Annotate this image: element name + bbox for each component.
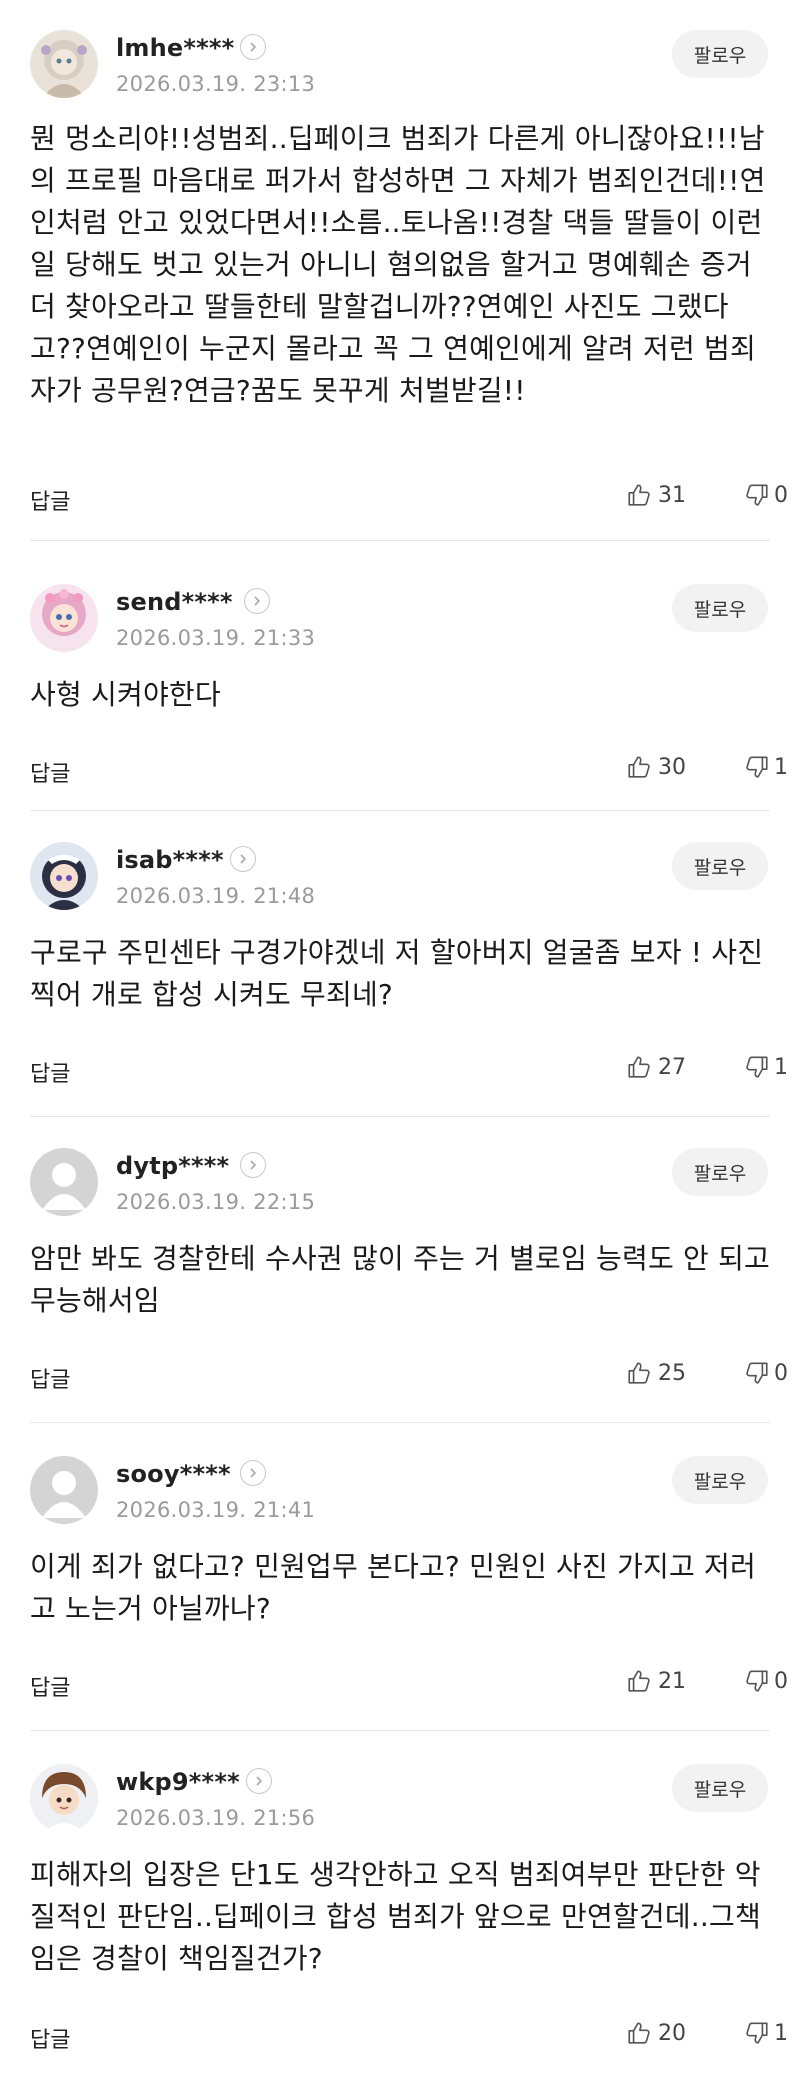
dislike-count: 0 bbox=[774, 1668, 788, 1694]
thumbs-up-icon bbox=[626, 1054, 652, 1080]
reply-button[interactable]: 답글 bbox=[30, 1670, 70, 1702]
default-user-avatar-icon[interactable] bbox=[30, 1148, 98, 1216]
comment-date: 2026.03.19. 23:13 bbox=[116, 72, 316, 96]
thumbs-up-icon bbox=[626, 2020, 652, 2046]
divider bbox=[30, 1422, 770, 1423]
like-button[interactable]: 30 bbox=[626, 754, 686, 780]
comment-text: 피해자의 입장은 단1도 생각안하고 오직 범죄여부만 판단한 악질적인 판단임… bbox=[30, 1858, 761, 1975]
comment-date: 2026.03.19. 22:15 bbox=[116, 1190, 316, 1214]
comment-date: 2026.03.19. 21:48 bbox=[116, 884, 316, 908]
chevron-right-icon[interactable] bbox=[246, 1768, 272, 1794]
follow-button[interactable]: 팔로우 bbox=[672, 1764, 768, 1812]
comment-date: 2026.03.19. 21:41 bbox=[116, 1498, 316, 1522]
comment-item: dytp**** 2026.03.19. 22:15 팔로우 암만 봐도 경찰한… bbox=[0, 1118, 800, 1423]
thumbs-down-icon bbox=[744, 1668, 770, 1694]
username[interactable]: wkp9**** bbox=[116, 1768, 240, 1796]
like-button[interactable]: 25 bbox=[626, 1360, 686, 1386]
thumbs-up-icon bbox=[626, 1668, 652, 1694]
like-button[interactable]: 31 bbox=[626, 482, 686, 508]
thumbs-up-icon bbox=[626, 482, 652, 508]
like-count: 25 bbox=[658, 1360, 686, 1386]
dislike-button[interactable]: 0 bbox=[744, 1668, 788, 1694]
like-count: 27 bbox=[658, 1054, 686, 1080]
divider bbox=[30, 1730, 770, 1731]
dislike-button[interactable]: 0 bbox=[744, 1360, 788, 1386]
follow-button[interactable]: 팔로우 bbox=[672, 1148, 768, 1196]
username[interactable]: send**** bbox=[116, 588, 233, 616]
dislike-count: 1 bbox=[774, 1054, 788, 1080]
dislike-count: 0 bbox=[774, 1360, 788, 1386]
comment-item: wkp9**** 2026.03.19. 21:56 팔로우 피해자의 입장은 … bbox=[0, 1734, 800, 2080]
chevron-right-icon[interactable] bbox=[230, 846, 256, 872]
pink-girl-avatar-icon[interactable] bbox=[30, 584, 98, 652]
dislike-button[interactable]: 1 bbox=[744, 2020, 788, 2046]
chevron-right-icon[interactable] bbox=[240, 1152, 266, 1178]
comment-text: 사형 시켜야한다 bbox=[30, 678, 221, 711]
dislike-button[interactable]: 0 bbox=[744, 482, 788, 508]
reply-button[interactable]: 답글 bbox=[30, 2022, 70, 2054]
doll-avatar-icon[interactable] bbox=[30, 30, 98, 98]
dislike-count: 0 bbox=[774, 482, 788, 508]
follow-button[interactable]: 팔로우 bbox=[672, 1456, 768, 1504]
comment-item: isab**** 2026.03.19. 21:48 팔로우 구로구 주민센타 … bbox=[0, 810, 800, 1117]
like-button[interactable]: 21 bbox=[626, 1668, 686, 1694]
reply-button[interactable]: 답글 bbox=[30, 1362, 70, 1394]
thumbs-down-icon bbox=[744, 754, 770, 780]
dislike-button[interactable]: 1 bbox=[744, 754, 788, 780]
comment-date: 2026.03.19. 21:33 bbox=[116, 626, 316, 650]
boy-avatar-icon[interactable] bbox=[30, 1764, 98, 1832]
like-count: 30 bbox=[658, 754, 686, 780]
comment-text: 암만 봐도 경찰한테 수사권 많이 주는 거 별로임 능력도 안 되고 무능해서… bbox=[30, 1242, 771, 1317]
like-count: 20 bbox=[658, 2020, 686, 2046]
username[interactable]: isab**** bbox=[116, 846, 224, 874]
dislike-button[interactable]: 1 bbox=[744, 1054, 788, 1080]
reply-button[interactable]: 답글 bbox=[30, 756, 70, 788]
like-button[interactable]: 20 bbox=[626, 2020, 686, 2046]
comment-item: lmhe**** 2026.03.19. 23:13 팔로우 뭔 멍소리야!!성… bbox=[0, 0, 800, 541]
like-count: 31 bbox=[658, 482, 686, 508]
comment-date: 2026.03.19. 21:56 bbox=[116, 1806, 316, 1830]
dislike-count: 1 bbox=[774, 754, 788, 780]
comment-item: send**** 2026.03.19. 21:33 팔로우 사형 시켜야한다 … bbox=[0, 556, 800, 811]
thumbs-down-icon bbox=[744, 482, 770, 508]
comment-list: lmhe**** 2026.03.19. 23:13 팔로우 뭔 멍소리야!!성… bbox=[0, 0, 800, 2080]
username[interactable]: dytp**** bbox=[116, 1152, 229, 1180]
follow-button[interactable]: 팔로우 bbox=[672, 30, 768, 78]
follow-button[interactable]: 팔로우 bbox=[672, 842, 768, 890]
chevron-right-icon[interactable] bbox=[244, 588, 270, 614]
maid-girl-avatar-icon[interactable] bbox=[30, 842, 98, 910]
comment-text: 이게 죄가 없다고? 민원업무 본다고? 민원인 사진 가지고 저러고 노는거 … bbox=[30, 1550, 756, 1625]
thumbs-down-icon bbox=[744, 1054, 770, 1080]
divider bbox=[30, 1116, 770, 1117]
username[interactable]: lmhe**** bbox=[116, 34, 234, 62]
reply-button[interactable]: 답글 bbox=[30, 1056, 70, 1088]
thumbs-up-icon bbox=[626, 754, 652, 780]
comment-text: 뭔 멍소리야!!성범죄..딥페이크 범죄가 다른게 아니잖아요!!!남의 프로필… bbox=[30, 122, 766, 407]
default-user-avatar-icon[interactable] bbox=[30, 1456, 98, 1524]
dislike-count: 1 bbox=[774, 2020, 788, 2046]
thumbs-up-icon bbox=[626, 1360, 652, 1386]
username[interactable]: sooy**** bbox=[116, 1460, 231, 1488]
comment-item: sooy**** 2026.03.19. 21:41 팔로우 이게 죄가 없다고… bbox=[0, 1426, 800, 1731]
follow-button[interactable]: 팔로우 bbox=[672, 584, 768, 632]
chevron-right-icon[interactable] bbox=[240, 34, 266, 60]
thumbs-down-icon bbox=[744, 2020, 770, 2046]
reply-button[interactable]: 답글 bbox=[30, 484, 70, 516]
divider bbox=[30, 540, 770, 541]
chevron-right-icon[interactable] bbox=[240, 1460, 266, 1486]
thumbs-down-icon bbox=[744, 1360, 770, 1386]
comment-text: 구로구 주민센타 구경가야겠네 저 할아버지 얼굴좀 보자 ! 사진찍어 개로 … bbox=[30, 936, 764, 1011]
like-count: 21 bbox=[658, 1668, 686, 1694]
like-button[interactable]: 27 bbox=[626, 1054, 686, 1080]
